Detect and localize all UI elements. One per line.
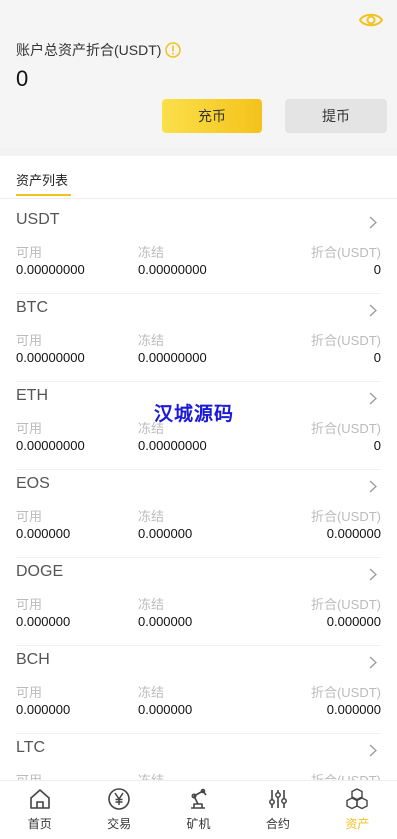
eye-icon[interactable] xyxy=(359,10,383,30)
watermark: 汉城源码 xyxy=(154,404,235,425)
cubes-icon xyxy=(346,788,369,810)
frozen-value: 0.00000000 xyxy=(138,350,207,365)
frozen-value: 0.00000000 xyxy=(138,438,207,453)
withdraw-button[interactable]: 提币 xyxy=(285,99,387,133)
home-icon xyxy=(29,789,50,809)
divider xyxy=(0,198,397,199)
converted-label: 折合(USDT) xyxy=(310,245,381,260)
nav-item-trade[interactable]: 交易 xyxy=(79,781,158,839)
available-label: 可用 xyxy=(16,685,43,700)
total-assets-label: 账户总资产折合(USDT) xyxy=(16,40,182,60)
bottom-nav: 首页 交易 矿机 合约 资产 xyxy=(0,780,397,839)
frozen-value: 0.000000 xyxy=(138,702,193,717)
converted-label: 折合(USDT) xyxy=(310,333,381,348)
asset-row-bch[interactable]: BCH 可用 冻结 折合(USDT) 0.000000 0.000000 0.0… xyxy=(16,646,381,734)
asset-name: BCH xyxy=(16,651,50,668)
deposit-button[interactable]: 充币 xyxy=(162,99,262,133)
asset-name: EOS xyxy=(16,475,50,492)
asset-name: ETH xyxy=(16,387,48,404)
converted-value: 0.000000 xyxy=(326,702,381,717)
chevron-right-icon xyxy=(369,392,377,405)
available-value: 0.00000000 xyxy=(16,438,85,453)
available-value: 0.000000 xyxy=(16,702,71,717)
sliders-icon xyxy=(268,790,287,808)
available-label: 可用 xyxy=(16,509,43,524)
converted-label: 折合(USDT) xyxy=(310,597,381,612)
chevron-right-icon xyxy=(369,480,377,493)
frozen-label: 冻结 xyxy=(138,509,165,524)
asset-name: BTC xyxy=(16,299,48,316)
available-value: 0.000000 xyxy=(16,614,71,629)
available-label: 可用 xyxy=(16,597,43,612)
frozen-label: 冻结 xyxy=(138,245,165,260)
asset-row-doge[interactable]: DOGE 可用 冻结 折合(USDT) 0.000000 0.000000 0.… xyxy=(16,558,381,646)
nav-item-mining[interactable]: 矿机 xyxy=(159,781,238,839)
asset-row-eth[interactable]: ETH 可用 冻结 折合(USDT) 0.00000000 0.00000000… xyxy=(16,382,381,470)
converted-label: 折合(USDT) xyxy=(310,421,381,436)
info-icon[interactable] xyxy=(165,42,182,58)
nav-label: 交易 xyxy=(107,817,132,831)
available-label: 可用 xyxy=(16,245,43,260)
nav-label: 合约 xyxy=(265,817,290,831)
frozen-label: 冻结 xyxy=(138,597,165,612)
chevron-right-icon xyxy=(369,216,377,229)
chevron-right-icon xyxy=(369,304,377,317)
frozen-value: 0.000000 xyxy=(138,526,193,541)
asset-name: USDT xyxy=(16,211,60,228)
nav-item-contract[interactable]: 合约 xyxy=(238,781,317,839)
asset-row-eos[interactable]: EOS 可用 冻结 折合(USDT) 0.000000 0.000000 0.0… xyxy=(16,470,381,558)
asset-row-usdt[interactable]: USDT 可用 冻结 折合(USDT) 0.00000000 0.0000000… xyxy=(16,206,381,294)
nav-label: 首页 xyxy=(27,817,52,831)
nav-label: 资产 xyxy=(345,817,370,831)
converted-value: 0 xyxy=(373,438,381,453)
nav-item-assets[interactable]: 资产 xyxy=(318,781,397,839)
nav-label: 矿机 xyxy=(186,817,211,831)
frozen-label: 冻结 xyxy=(138,685,165,700)
available-value: 0.00000000 xyxy=(16,350,85,365)
asset-name: LTC xyxy=(16,739,46,756)
converted-value: 0.000000 xyxy=(326,614,381,629)
available-value: 0.000000 xyxy=(16,526,71,541)
converted-value: 0 xyxy=(373,350,381,365)
asset-name: DOGE xyxy=(16,563,64,580)
robot-arm-icon xyxy=(190,788,207,809)
chevron-right-icon xyxy=(369,744,377,757)
account-summary: 账户总资产折合(USDT) 0 充币 提币 xyxy=(0,0,397,148)
yen-coin-icon xyxy=(108,788,130,810)
available-label: 可用 xyxy=(16,421,43,436)
converted-value: 0.000000 xyxy=(326,526,381,541)
asset-row-btc[interactable]: BTC 可用 冻结 折合(USDT) 0.00000000 0.00000000… xyxy=(16,294,381,382)
chevron-right-icon xyxy=(369,656,377,669)
frozen-label: 冻结 xyxy=(138,333,165,348)
tab-active-indicator xyxy=(16,194,71,196)
frozen-value: 0.000000 xyxy=(138,614,193,629)
converted-label: 折合(USDT) xyxy=(310,685,381,700)
frozen-value: 0.00000000 xyxy=(138,262,207,277)
tab-asset-list[interactable]: 资产列表 xyxy=(16,170,68,189)
asset-panel: 资产列表 USDT 可用 冻结 折合(USDT) 0.00000000 0.00… xyxy=(0,156,397,839)
available-label: 可用 xyxy=(16,333,43,348)
available-value: 0.00000000 xyxy=(16,262,85,277)
total-assets-value: 0 xyxy=(16,66,29,91)
asset-list: USDT 可用 冻结 折合(USDT) 0.00000000 0.0000000… xyxy=(0,206,397,822)
converted-label: 折合(USDT) xyxy=(310,509,381,524)
nav-item-home[interactable]: 首页 xyxy=(0,781,79,839)
converted-value: 0 xyxy=(373,262,381,277)
chevron-right-icon xyxy=(369,568,377,581)
